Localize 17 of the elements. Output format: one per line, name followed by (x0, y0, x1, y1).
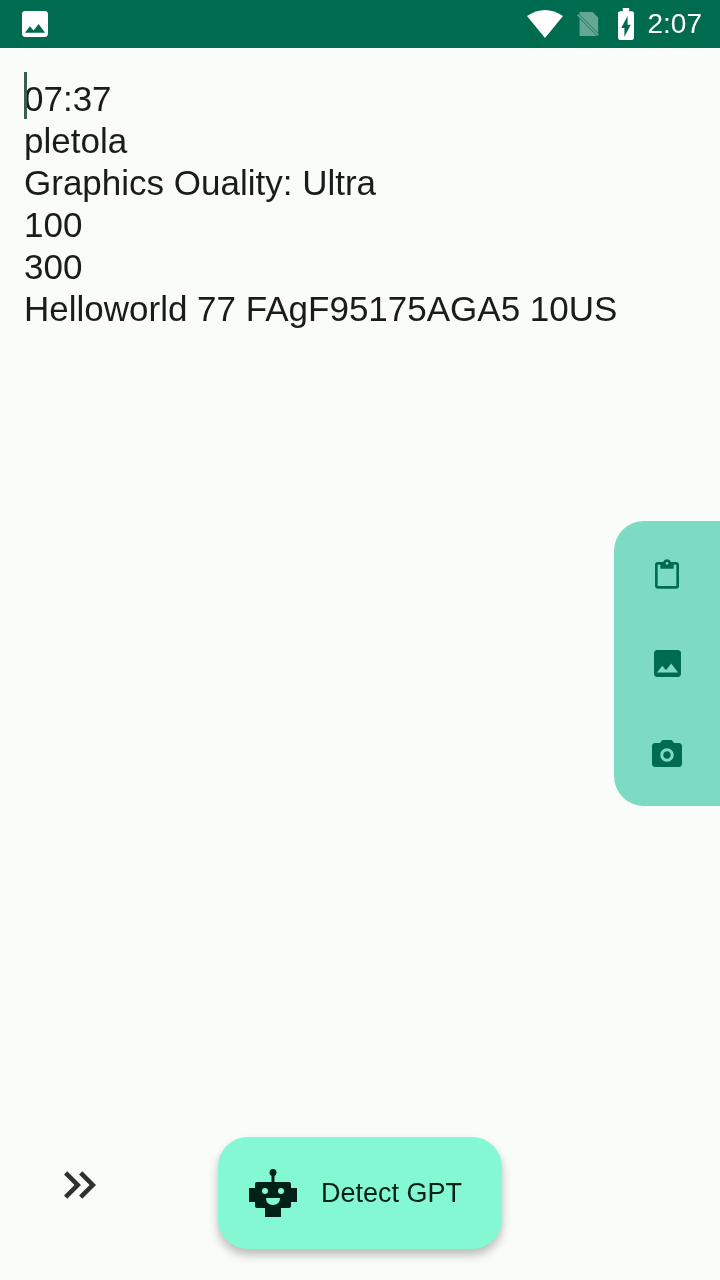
battery-charging-icon (617, 8, 634, 40)
text-line: 07:37 (24, 78, 112, 120)
text-line: Helloworld 77 FAgF95175AGA5 10US (24, 288, 618, 330)
text-line: 100 (24, 204, 83, 246)
camera-icon (652, 739, 682, 767)
wifi-icon (526, 10, 563, 38)
text-line: Graphics Ouality: Ultra (24, 162, 377, 204)
status-time: 2:07 (647, 10, 702, 38)
text-input-field[interactable]: 07:37 pletola Graphics Ouality: Ultra 100 300 Helloworld 77 FAgF95175AGA5 10US (24, 78, 696, 330)
image-icon (653, 650, 681, 677)
double-chevron-icon (64, 1171, 96, 1199)
image-notification-icon (22, 11, 48, 37)
clipboard-icon (655, 558, 679, 589)
text-line: pletola (24, 120, 128, 162)
robot-icon (249, 1169, 297, 1217)
detect-gpt-button[interactable]: Detect GPT (218, 1137, 502, 1249)
text-line: 300 (24, 246, 83, 288)
